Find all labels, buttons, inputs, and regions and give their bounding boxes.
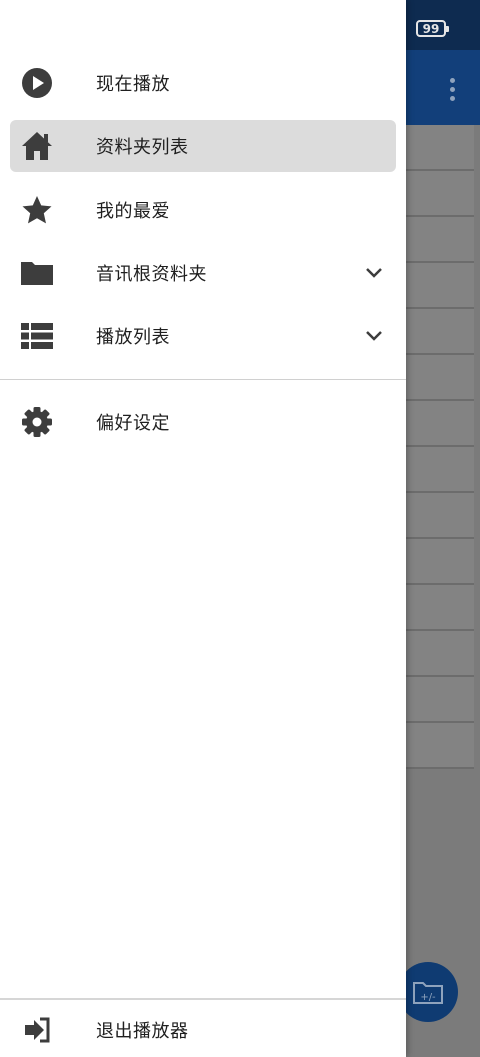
star-icon [20,193,54,227]
list-item[interactable] [406,171,474,217]
battery-level: 99 [422,21,440,36]
list-item[interactable] [406,539,474,585]
list-item[interactable] [406,585,474,631]
drawer-item-label: 我的最爱 [96,201,170,222]
exit-player-button[interactable]: 退出播放器 [10,1004,396,1056]
fab-button[interactable]: +/- [398,962,458,1022]
drawer-item-favorites[interactable]: 我的最爱 [10,184,396,236]
list-item[interactable] [406,125,474,171]
chevron-down-icon[interactable] [364,326,384,346]
svg-text:+/-: +/- [420,992,436,1003]
overflow-menu-icon[interactable] [450,78,456,101]
list-item[interactable] [406,493,474,539]
list-item[interactable] [406,677,474,723]
drawer-item-label: 偏好设定 [96,413,170,434]
gear-icon [20,405,54,439]
folder-icon [20,256,54,290]
drawer-item-preferences[interactable]: 偏好设定 [10,396,396,448]
drawer-item-folder-list[interactable]: 资料夹列表 [10,120,396,172]
list-item[interactable] [406,723,474,769]
drawer-divider [0,379,406,380]
exit-icon [20,1013,54,1047]
list-item[interactable] [406,401,474,447]
play-circle-icon [20,66,54,100]
list-icon [20,319,54,353]
chevron-down-icon[interactable] [364,263,384,283]
drawer-item-label: 播放列表 [96,327,170,348]
home-icon [20,129,54,163]
list-item[interactable] [406,217,474,263]
list-item[interactable] [406,263,474,309]
drawer-item-playlists[interactable]: 播放列表 [10,310,396,362]
drawer-item-label: 资料夹列表 [96,137,189,158]
list-item[interactable] [406,447,474,493]
drawer-item-audio-root-folder[interactable]: 音讯根资料夹 [10,247,396,299]
drawer-item-label: 退出播放器 [96,1021,189,1042]
folder-plus-minus-icon: +/- [413,982,443,1004]
drawer-item-now-playing[interactable]: 现在播放 [10,57,396,109]
list-item[interactable] [406,309,474,355]
drawer-item-label: 现在播放 [96,74,170,95]
battery-icon: 99 [416,20,449,37]
drawer-footer: 退出播放器 [0,998,406,1057]
list-item[interactable] [406,631,474,677]
navigation-drawer: 现在播放 资料夹列表 我的最爱 音讯根资料夹 播放列表 偏好设定 退出播放器 [0,0,406,1057]
drawer-item-label: 音讯根资料夹 [96,264,207,285]
list-item[interactable] [406,355,474,401]
